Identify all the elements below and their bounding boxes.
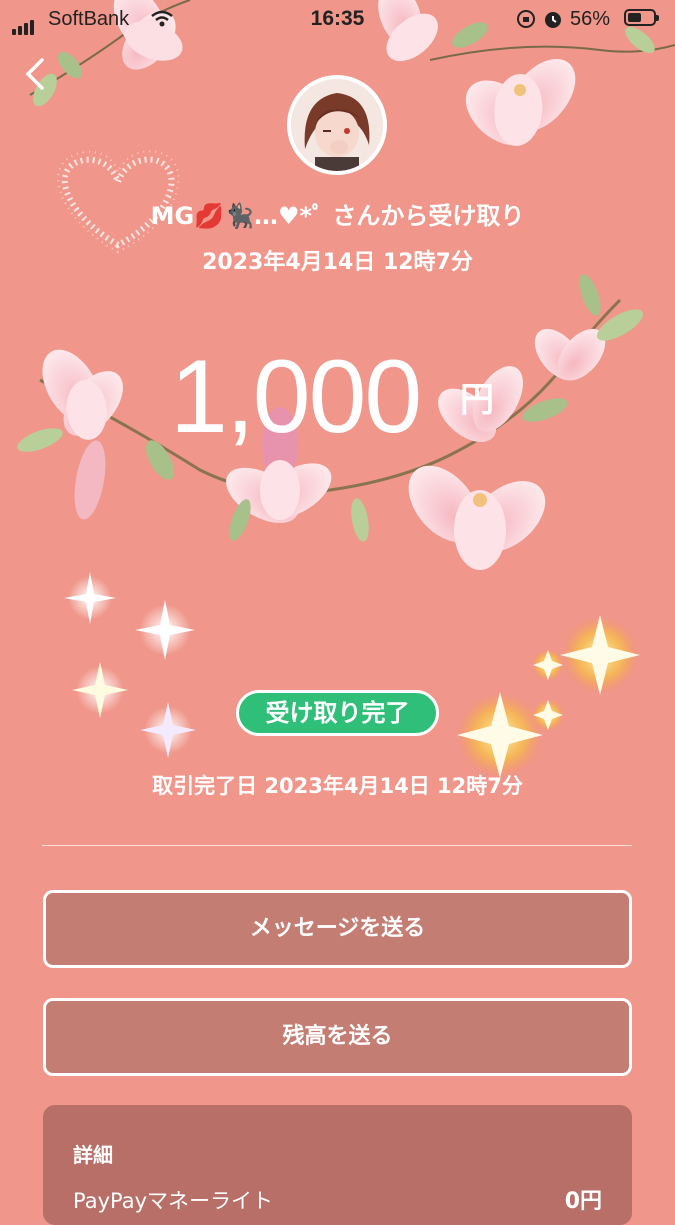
battery-percentage: 56% xyxy=(570,8,611,30)
back-button[interactable] xyxy=(14,52,58,96)
paypay-money-lite-label: PayPayマネーライト xyxy=(73,1189,274,1213)
completed-datetime: 取引完了日 2023年4月14日 12時7分 xyxy=(152,774,523,798)
chevron-left-icon xyxy=(25,58,44,90)
details-panel: 詳細 PayPayマネーライト 0円 xyxy=(43,1105,632,1225)
avatar-illustration xyxy=(291,79,383,171)
paypay-money-lite-value: 0円 xyxy=(564,1189,602,1214)
sender-line: MG💋🐈‍⬛…♥*ﾟ さんから受け取り xyxy=(150,202,525,230)
status-badge: 受け取り完了 xyxy=(236,690,439,736)
battery-fill xyxy=(628,13,641,22)
orientation-lock-icon xyxy=(517,10,535,28)
currency-unit: 円 xyxy=(460,380,494,420)
send-balance-button[interactable]: 残高を送る xyxy=(43,998,632,1076)
divider xyxy=(42,845,632,846)
status-bar: SoftBank 16:35 56% xyxy=(0,0,675,40)
alarm-icon xyxy=(545,12,561,28)
amount-value: 1,000 xyxy=(170,339,422,455)
sender-avatar[interactable] xyxy=(287,75,387,175)
details-title: 詳細 xyxy=(73,1143,113,1167)
battery-icon xyxy=(624,9,659,26)
send-message-button[interactable]: メッセージを送る xyxy=(43,890,632,968)
received-datetime: 2023年4月14日 12時7分 xyxy=(202,250,473,275)
